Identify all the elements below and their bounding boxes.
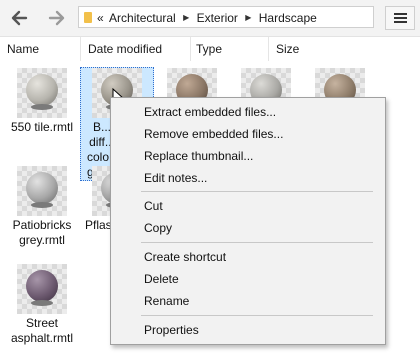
menu-item-edit-notes[interactable]: Edit notes...: [114, 168, 382, 188]
file-item[interactable]: Street asphalt.rmtl: [8, 264, 76, 346]
breadcrumb-overflow[interactable]: «: [97, 11, 104, 25]
material-sphere-icon: [26, 74, 58, 106]
material-thumbnail: [17, 68, 67, 118]
menu-separator: [141, 191, 373, 192]
menu-item-properties[interactable]: Properties: [114, 320, 382, 340]
material-thumbnail: [17, 264, 67, 314]
context-menu: Extract embedded files... Remove embedde…: [110, 97, 386, 345]
menu-item-cut[interactable]: Cut: [114, 196, 382, 216]
chevron-right-icon[interactable]: ▶: [183, 13, 189, 22]
menu-item-remove-embedded-files[interactable]: Remove embedded files...: [114, 124, 382, 144]
hamburger-menu-icon[interactable]: [385, 6, 415, 30]
menu-separator: [141, 315, 373, 316]
column-divider[interactable]: [190, 37, 191, 61]
column-header-type[interactable]: Type: [196, 37, 222, 61]
file-name: Street asphalt.rmtl: [10, 316, 74, 345]
folder-icon: [84, 12, 92, 23]
menu-item-create-shortcut[interactable]: Create shortcut: [114, 247, 382, 267]
breadcrumb-hardscape[interactable]: Hardscape: [259, 11, 317, 25]
file-item[interactable]: 550 tile.rmtl: [8, 68, 76, 135]
menu-separator: [141, 242, 373, 243]
breadcrumb: « Architectural ▶ Exterior ▶ Hardscape: [97, 10, 317, 25]
chevron-right-icon[interactable]: ▶: [245, 13, 251, 22]
arrow-right-icon: [48, 10, 65, 26]
menu-item-extract-embedded-files[interactable]: Extract embedded files...: [114, 102, 382, 122]
menu-item-rename[interactable]: Rename: [114, 291, 382, 311]
file-name: 550 tile.rmtl: [10, 120, 74, 134]
breadcrumb-architectural[interactable]: Architectural: [109, 11, 176, 25]
column-header-date-modified[interactable]: Date modified: [88, 37, 162, 61]
arrow-left-icon: [11, 10, 28, 26]
sphere-base: [31, 202, 53, 208]
column-header-name[interactable]: Name: [7, 37, 39, 61]
menu-item-delete[interactable]: Delete: [114, 269, 382, 289]
toolbar: « Architectural ▶ Exterior ▶ Hardscape: [0, 0, 420, 37]
file-name: Patiobricks grey.rmtl: [12, 218, 72, 247]
material-sphere-icon: [26, 270, 58, 302]
material-sphere-icon: [26, 172, 58, 204]
back-button[interactable]: [8, 7, 30, 29]
sphere-base: [31, 300, 53, 306]
menu-item-replace-thumbnail[interactable]: Replace thumbnail...: [114, 146, 382, 166]
file-item[interactable]: Patiobricks grey.rmtl: [8, 166, 76, 248]
address-bar[interactable]: « Architectural ▶ Exterior ▶ Hardscape: [78, 6, 374, 28]
column-divider[interactable]: [268, 37, 269, 61]
material-thumbnail: [17, 166, 67, 216]
column-header-size[interactable]: Size: [276, 37, 299, 61]
column-divider[interactable]: [80, 37, 81, 61]
forward-button[interactable]: [46, 7, 68, 29]
breadcrumb-exterior[interactable]: Exterior: [197, 11, 238, 25]
sphere-base: [31, 104, 53, 110]
menu-item-copy[interactable]: Copy: [114, 218, 382, 238]
